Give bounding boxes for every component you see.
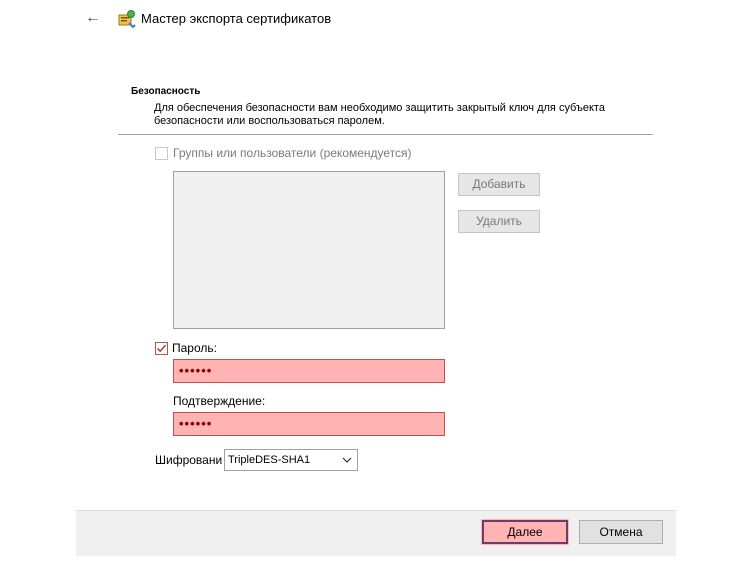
next-button[interactable]: Далее xyxy=(481,519,569,545)
groups-users-label: Группы или пользователи (рекомендуется) xyxy=(173,146,412,160)
groups-users-checkbox[interactable] xyxy=(155,147,168,160)
password-checkbox[interactable] xyxy=(155,342,168,355)
encryption-select[interactable]: TripleDES-SHA1 xyxy=(224,449,358,471)
chevron-down-icon xyxy=(342,457,352,463)
password-confirm-input[interactable]: •••••• xyxy=(173,412,445,436)
password-label: Пароль: xyxy=(172,341,217,355)
encryption-selected-value: TripleDES-SHA1 xyxy=(228,454,311,466)
arrow-left-icon[interactable]: ← xyxy=(84,9,102,27)
add-button[interactable]: Добавить xyxy=(458,173,540,196)
certificate-wizard-icon xyxy=(118,10,136,29)
cancel-button[interactable]: Отмена xyxy=(579,520,663,544)
encryption-label: Шифровани xyxy=(155,453,223,467)
header-divider xyxy=(118,134,653,135)
export-wizard-window: ← Мастер экспорта сертификатов Безопасно… xyxy=(0,0,753,567)
section-heading: Безопасность xyxy=(131,86,201,97)
section-description: Для обеспечения безопасности вам необход… xyxy=(154,102,605,127)
wizard-title: Мастер экспорта сертификатов xyxy=(141,11,332,26)
remove-button[interactable]: Удалить xyxy=(458,210,540,233)
groups-users-list[interactable] xyxy=(173,171,445,329)
password-confirm-label: Подтверждение: xyxy=(173,394,266,408)
checkmark-icon xyxy=(157,344,167,353)
password-input[interactable]: •••••• xyxy=(173,359,445,383)
